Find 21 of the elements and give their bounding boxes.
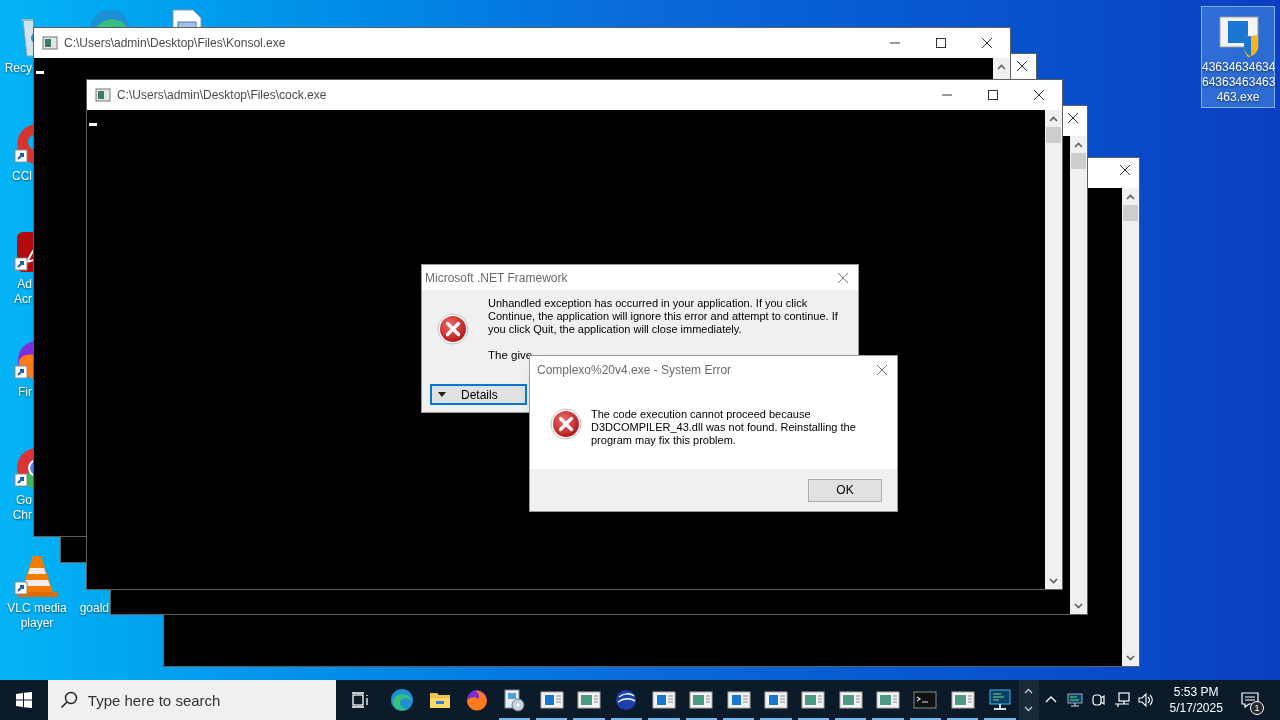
notifications-button[interactable]: 1	[1230, 680, 1270, 720]
search-field[interactable]: Type here to search	[47, 680, 336, 720]
icon-label[interactable]: goald	[73, 601, 109, 616]
notification-count: 1	[1249, 701, 1264, 715]
dialog-title: Complexo%20v4.exe - System Error	[537, 362, 732, 379]
ok-button[interactable]: OK	[808, 478, 882, 502]
window-title: C:\Users\admin\Desktop\Files\cock.exe	[117, 87, 327, 104]
icon-label[interactable]: Recy	[0, 61, 32, 76]
icon-label[interactable]: Fir	[0, 385, 32, 400]
icon-label[interactable]: Ad Acr	[0, 277, 32, 307]
dialog-title: Microsoft .NET Framework	[425, 269, 568, 287]
details-button[interactable]: Details	[430, 384, 527, 405]
error-message: Unhandled exception has occurred in your application. If you click Continue, the application will ignore this error and attempt to continue. If you click Quit, the application will close immediately.	[488, 297, 838, 336]
window-title: C:\Users\admin\Desktop\Files\Konsol.exe	[64, 35, 286, 52]
icon-label[interactable]: CCl	[0, 169, 32, 184]
error-message: The code execution cannot proceed because D3DCOMPILER_43.dll was not found. Reinstalling the program may fix this problem.	[591, 408, 857, 447]
icon-label[interactable]: Go Chr	[0, 493, 32, 523]
clock[interactable]: 5:53 PM 5/17/2025	[1162, 680, 1231, 720]
selected-desktop-icon[interactable]: 43634634634 64363463463 463.exe	[1201, 6, 1275, 108]
icon-label[interactable]: VLC media player	[0, 601, 74, 631]
icon-label[interactable]: 43634634634 64363463463 463.exe	[1202, 60, 1274, 105]
